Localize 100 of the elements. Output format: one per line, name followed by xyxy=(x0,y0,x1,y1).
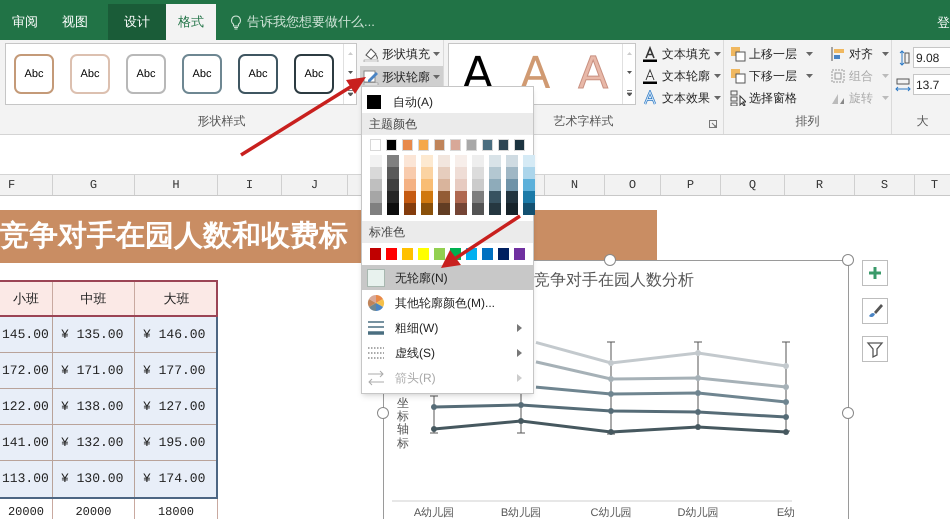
color-swatch[interactable] xyxy=(506,167,518,179)
shape-style-option[interactable]: Abc xyxy=(14,54,54,94)
color-swatch[interactable] xyxy=(438,167,450,179)
color-swatch[interactable] xyxy=(489,179,501,191)
color-swatch[interactable] xyxy=(472,179,484,191)
size-input[interactable]: 13.7 xyxy=(913,74,950,95)
shape-style-option[interactable]: Abc xyxy=(182,54,222,94)
ribbon-command[interactable]: 形状填充 xyxy=(360,43,443,64)
color-swatch[interactable] xyxy=(455,203,467,215)
color-swatch[interactable] xyxy=(482,139,493,151)
color-swatch[interactable] xyxy=(482,248,493,260)
color-swatch[interactable] xyxy=(489,167,501,179)
color-swatch[interactable] xyxy=(514,248,525,260)
color-swatch[interactable] xyxy=(421,155,433,167)
menu-item[interactable]: 无轮廓(N) xyxy=(362,265,533,290)
column-header[interactable]: Q xyxy=(748,176,756,194)
color-swatch[interactable] xyxy=(421,179,433,191)
color-swatch[interactable] xyxy=(438,179,450,191)
color-swatch[interactable] xyxy=(438,203,450,215)
color-swatch[interactable] xyxy=(386,139,397,151)
column-header[interactable]: J xyxy=(310,176,318,194)
color-swatch[interactable] xyxy=(370,203,382,215)
color-swatch[interactable] xyxy=(418,248,429,260)
color-swatch[interactable] xyxy=(450,139,461,151)
column-header[interactable]: R xyxy=(816,176,824,194)
color-swatch[interactable] xyxy=(438,155,450,167)
color-swatch[interactable] xyxy=(506,179,518,191)
resize-handle[interactable] xyxy=(842,407,854,419)
menu-item[interactable]: 粗细(W) xyxy=(362,315,533,340)
color-swatch[interactable] xyxy=(489,155,501,167)
color-swatch[interactable] xyxy=(472,167,484,179)
ribbon-command[interactable]: 选择窗格 xyxy=(728,87,828,109)
size-input[interactable]: 9.08 xyxy=(913,47,950,68)
ribbon-command[interactable]: 形状轮廓 xyxy=(360,66,443,87)
ribbon-command[interactable]: 对齐 xyxy=(828,43,891,65)
column-header[interactable]: P xyxy=(686,176,694,194)
color-swatch[interactable] xyxy=(523,203,535,215)
menu-item[interactable]: 虚线(S) xyxy=(362,340,533,365)
color-swatch[interactable] xyxy=(404,155,416,167)
color-swatch[interactable] xyxy=(455,167,467,179)
column-header[interactable]: F xyxy=(8,176,16,194)
color-swatch[interactable] xyxy=(387,203,399,215)
color-swatch[interactable] xyxy=(523,179,535,191)
color-swatch[interactable] xyxy=(455,191,467,203)
color-swatch[interactable] xyxy=(523,191,535,203)
color-swatch[interactable] xyxy=(514,139,525,151)
ribbon-command[interactable]: 文本效果 xyxy=(640,87,723,109)
color-swatch[interactable] xyxy=(472,191,484,203)
color-swatch[interactable] xyxy=(489,191,501,203)
chart-brush-button[interactable] xyxy=(862,298,888,324)
color-swatch[interactable] xyxy=(421,191,433,203)
color-swatch[interactable] xyxy=(370,139,381,151)
color-swatch[interactable] xyxy=(434,139,445,151)
color-swatch[interactable] xyxy=(455,155,467,167)
color-swatch[interactable] xyxy=(523,167,535,179)
ribbon-tab[interactable]: 设计 xyxy=(108,4,166,40)
column-header[interactable]: N xyxy=(570,176,578,194)
shape-style-option[interactable]: Abc xyxy=(126,54,166,94)
column-header[interactable]: O xyxy=(628,176,636,194)
color-swatch[interactable] xyxy=(455,179,467,191)
ribbon-tab[interactable]: 视图 xyxy=(50,4,100,40)
color-swatch[interactable] xyxy=(387,191,399,203)
ribbon-command[interactable]: 上移一层 xyxy=(728,43,828,65)
ribbon-command[interactable]: 下移一层 xyxy=(728,65,828,87)
color-swatch[interactable] xyxy=(387,155,399,167)
shape-style-option[interactable]: Abc xyxy=(238,54,278,94)
color-swatch[interactable] xyxy=(472,203,484,215)
color-swatch[interactable] xyxy=(523,155,535,167)
color-swatch[interactable] xyxy=(466,139,477,151)
color-swatch[interactable] xyxy=(421,167,433,179)
color-swatch[interactable] xyxy=(506,155,518,167)
ribbon-command[interactable]: 文本轮廓 xyxy=(640,65,723,87)
account-link[interactable]: 登 xyxy=(937,13,950,32)
ribbon-tab[interactable]: 格式 xyxy=(166,4,216,40)
color-swatch[interactable] xyxy=(404,167,416,179)
color-swatch[interactable] xyxy=(402,139,413,151)
color-swatch[interactable] xyxy=(434,248,445,260)
color-swatch[interactable] xyxy=(498,139,509,151)
resize-handle[interactable] xyxy=(842,254,854,266)
menu-item[interactable]: 其他轮廓颜色(M)... xyxy=(362,290,533,315)
color-swatch[interactable] xyxy=(370,191,382,203)
ribbon-tab[interactable]: 审阅 xyxy=(0,4,50,40)
color-swatch[interactable] xyxy=(418,139,429,151)
chart-plus-button[interactable] xyxy=(862,260,888,286)
color-swatch[interactable] xyxy=(370,179,382,191)
color-swatch[interactable] xyxy=(404,179,416,191)
tell-me-search[interactable]: 告诉我您想要做什么... xyxy=(230,4,375,40)
color-swatch[interactable] xyxy=(506,191,518,203)
column-header[interactable]: I xyxy=(246,176,254,194)
color-swatch[interactable] xyxy=(498,248,509,260)
color-swatch[interactable] xyxy=(489,203,501,215)
color-swatch[interactable] xyxy=(370,248,381,260)
column-header[interactable]: G xyxy=(90,176,98,194)
column-header[interactable]: S xyxy=(880,176,888,194)
ribbon-command[interactable]: 文本填充 xyxy=(640,43,723,65)
column-header[interactable]: H xyxy=(172,176,180,194)
color-swatch[interactable] xyxy=(387,167,399,179)
color-swatch[interactable] xyxy=(404,203,416,215)
color-swatch[interactable] xyxy=(421,203,433,215)
color-swatch[interactable] xyxy=(438,191,450,203)
